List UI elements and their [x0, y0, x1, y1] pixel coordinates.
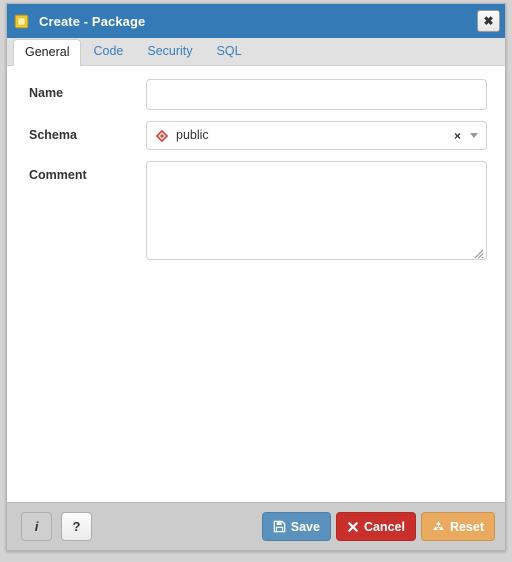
cancel-button-label: Cancel [363, 519, 405, 534]
schema-diamond-icon [155, 129, 169, 143]
name-input[interactable] [146, 79, 487, 110]
comment-textarea[interactable] [146, 161, 487, 260]
name-control [146, 79, 487, 110]
save-button-label: Save [290, 519, 320, 534]
schema-control: public × [146, 121, 487, 150]
package-icon [14, 14, 29, 29]
recycle-icon [432, 520, 445, 533]
name-row: Name [29, 79, 487, 110]
general-tab-panel: Name Schema public × Comment [7, 66, 505, 502]
footer-right-group: Save Cancel Reset [261, 512, 495, 541]
tab-general[interactable]: General [13, 39, 82, 66]
comment-control [146, 161, 487, 260]
dialog-titlebar: Create - Package ✖ [7, 4, 505, 38]
floppy-disk-icon [273, 520, 286, 533]
tab-bar: General Code Security SQL [7, 38, 505, 66]
info-button[interactable]: i [21, 512, 52, 541]
footer-left-group: i ? [21, 512, 92, 541]
create-package-dialog: Create - Package ✖ General Code Security… [6, 3, 506, 551]
comment-row: Comment [29, 161, 487, 260]
dialog-title: Create - Package [39, 13, 146, 29]
save-button[interactable]: Save [261, 512, 331, 541]
reset-button[interactable]: Reset [420, 512, 495, 541]
tab-code[interactable]: Code [81, 38, 135, 65]
close-icon[interactable]: ✖ [477, 10, 500, 32]
schema-row: Schema public × [29, 121, 487, 150]
chevron-down-icon[interactable] [470, 133, 478, 138]
comment-label: Comment [29, 168, 87, 182]
name-label: Name [29, 86, 64, 100]
clear-icon[interactable]: × [454, 130, 461, 142]
dialog-footer: i ? Save Cancel Reset [7, 502, 505, 550]
tab-security[interactable]: Security [135, 38, 204, 65]
reset-button-label: Reset [449, 519, 484, 534]
cancel-button[interactable]: Cancel [335, 512, 416, 541]
schema-selected-value: public [176, 128, 209, 143]
schema-label: Schema [29, 128, 77, 142]
help-button[interactable]: ? [61, 512, 92, 541]
schema-select[interactable]: public × [146, 121, 487, 150]
tab-sql[interactable]: SQL [205, 38, 254, 65]
cross-icon [347, 521, 359, 533]
